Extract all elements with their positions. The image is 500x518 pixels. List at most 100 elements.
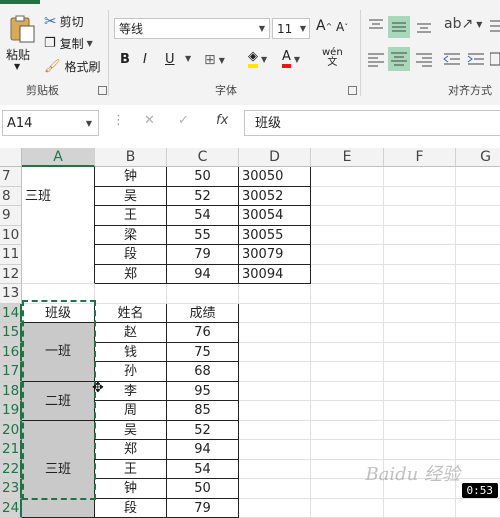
cell-f13[interactable] — [384, 284, 456, 304]
cell-a13[interactable] — [22, 284, 95, 304]
column-header-e[interactable]: E — [311, 148, 384, 167]
cell-c12[interactable]: 94 — [167, 265, 239, 285]
cell-e10[interactable] — [311, 226, 384, 246]
cell-e15[interactable] — [311, 323, 384, 343]
cell-g17[interactable] — [456, 362, 500, 382]
cell-c21[interactable]: 94 — [167, 440, 239, 460]
cell-c8[interactable]: 52 — [167, 187, 239, 207]
merged-class-cell[interactable]: 一班 — [22, 323, 95, 382]
cell-d21[interactable] — [239, 440, 311, 460]
copy-button[interactable]: ❐ 复制 ▼ — [44, 35, 93, 52]
cell-g18[interactable] — [456, 382, 500, 402]
cell-g15[interactable] — [456, 323, 500, 343]
cell-c23[interactable]: 50 — [167, 479, 239, 499]
row-header-10[interactable]: 10 — [0, 226, 22, 246]
enter-icon[interactable]: ✓ — [178, 113, 189, 128]
row-header-21[interactable]: 21 — [0, 440, 22, 460]
insert-function-icon[interactable]: fx — [216, 113, 228, 128]
cell-f11[interactable] — [384, 245, 456, 265]
row-header-7[interactable]: 7 — [0, 167, 22, 187]
merged-class-cell[interactable]: 三班 — [22, 167, 95, 284]
row-header-15[interactable]: 15 — [0, 323, 22, 343]
cell-a14[interactable]: 班级 — [22, 304, 95, 324]
cell-b7[interactable]: 钟 — [95, 167, 167, 187]
cell-e17[interactable] — [311, 362, 384, 382]
align-top-icon[interactable] — [366, 16, 386, 36]
cell-d7[interactable]: 30050 — [239, 167, 311, 187]
cell-b20[interactable]: 吴 — [95, 421, 167, 441]
cell-g14[interactable] — [456, 304, 500, 324]
wrap-text-icon[interactable] — [490, 16, 500, 36]
cell-b24[interactable]: 段 — [95, 499, 167, 518]
name-box[interactable]: A14 ▼ — [2, 110, 99, 136]
cell-c19[interactable]: 85 — [167, 401, 239, 421]
cell-d15[interactable] — [239, 323, 311, 343]
align-middle-icon[interactable] — [388, 16, 410, 38]
cell-g11[interactable] — [456, 245, 500, 265]
cell-d19[interactable] — [239, 401, 311, 421]
cell-d12[interactable]: 30094 — [239, 265, 311, 285]
decrease-font-icon[interactable]: Aˇ — [336, 20, 348, 34]
merge-center-icon[interactable] — [490, 48, 500, 70]
row-header-13[interactable]: 13 — [0, 284, 22, 304]
row-header-23[interactable]: 23 — [0, 479, 22, 499]
cell-d14[interactable] — [239, 304, 311, 324]
cell-f21[interactable] — [384, 440, 456, 460]
cell-c11[interactable]: 79 — [167, 245, 239, 265]
cell-b12[interactable]: 郑 — [95, 265, 167, 285]
cancel-icon[interactable]: ✕ — [144, 113, 155, 128]
cell-g13[interactable] — [456, 284, 500, 304]
cell-e19[interactable] — [311, 401, 384, 421]
underline-dropdown-icon[interactable]: ▼ — [182, 54, 191, 63]
cell-g24[interactable] — [456, 499, 500, 518]
cell-f15[interactable] — [384, 323, 456, 343]
row-header-16[interactable]: 16 — [0, 343, 22, 363]
cell-f16[interactable] — [384, 343, 456, 363]
cell-c10[interactable]: 55 — [167, 226, 239, 246]
cell-g12[interactable] — [456, 265, 500, 285]
row-header-9[interactable]: 9 — [0, 206, 22, 226]
cell-d18[interactable] — [239, 382, 311, 402]
cell-c7[interactable]: 50 — [167, 167, 239, 187]
formula-input[interactable]: 班级 — [244, 110, 500, 136]
merged-class-cell[interactable]: 三班 — [22, 421, 95, 518]
cell-e11[interactable] — [311, 245, 384, 265]
row-header-17[interactable]: 17 — [0, 362, 22, 382]
cell-d17[interactable] — [239, 362, 311, 382]
font-name-select[interactable]: 等线 ▼ — [114, 18, 270, 39]
cell-g22[interactable] — [456, 460, 500, 480]
increase-indent-icon[interactable] — [466, 48, 486, 70]
cell-f7[interactable] — [384, 167, 456, 187]
row-header-24[interactable]: 24 — [0, 499, 22, 518]
cell-b17[interactable]: 孙 — [95, 362, 167, 382]
cell-g8[interactable] — [456, 187, 500, 207]
orientation-button[interactable]: ab↗▼ — [444, 16, 482, 32]
cell-b10[interactable]: 梁 — [95, 226, 167, 246]
copy-dropdown-icon[interactable]: ▼ — [87, 39, 93, 48]
row-header-20[interactable]: 20 — [0, 421, 22, 441]
column-header-b[interactable]: B — [95, 148, 167, 167]
cell-f10[interactable] — [384, 226, 456, 246]
column-header-d[interactable]: D — [239, 148, 311, 167]
cell-f20[interactable] — [384, 421, 456, 441]
cell-f9[interactable] — [384, 206, 456, 226]
cell-b22[interactable]: 王 — [95, 460, 167, 480]
underline-button[interactable]: U — [165, 52, 175, 67]
paste-icon[interactable] — [6, 14, 36, 44]
cell-e9[interactable] — [311, 206, 384, 226]
cell-b13[interactable] — [95, 284, 167, 304]
cell-b11[interactable]: 段 — [95, 245, 167, 265]
cell-e12[interactable] — [311, 265, 384, 285]
font-color-button[interactable]: A ▼ — [282, 50, 300, 68]
cell-b14[interactable]: 姓名 — [95, 304, 167, 324]
paste-dropdown-icon[interactable]: ▼ — [14, 62, 20, 71]
align-left-icon[interactable] — [366, 48, 386, 70]
cell-g10[interactable] — [456, 226, 500, 246]
cell-e18[interactable] — [311, 382, 384, 402]
align-right-icon[interactable] — [414, 48, 434, 70]
cell-b21[interactable]: 郑 — [95, 440, 167, 460]
italic-button[interactable]: I — [143, 52, 147, 67]
column-header-a[interactable]: A — [22, 148, 95, 167]
decrease-indent-icon[interactable] — [442, 48, 462, 70]
cell-c17[interactable]: 68 — [167, 362, 239, 382]
